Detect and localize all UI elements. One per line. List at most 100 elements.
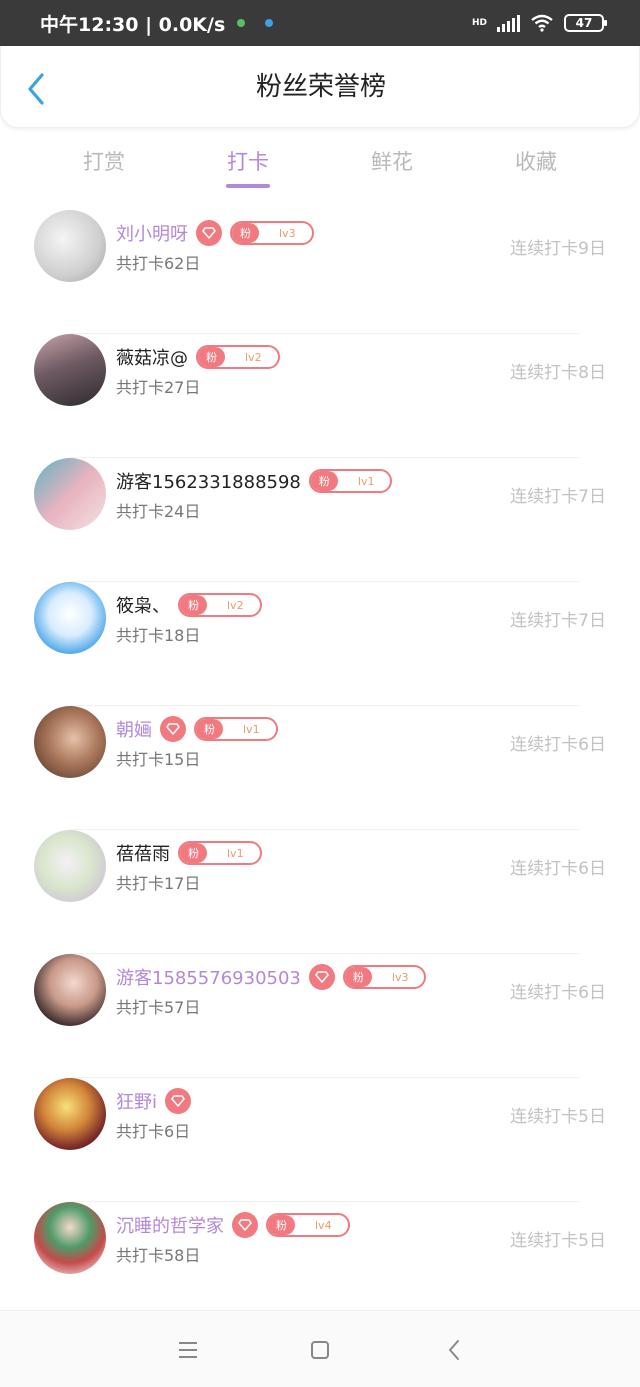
battery-level: 47: [575, 16, 593, 30]
total-checkins: 共打卡27日: [116, 378, 201, 397]
list-item[interactable]: 薇菇凉@ 粉 lv2 共打卡27日 连续打卡8日: [0, 334, 640, 458]
wifi-icon: [531, 14, 553, 32]
back-button[interactable]: [21, 72, 51, 106]
avatar[interactable]: [34, 334, 106, 406]
name-line: 游客1585576930503 粉 lv3: [116, 964, 427, 990]
status-right: HD 47: [471, 14, 607, 32]
status-bar: 中午12:30 | 0.0K/s HD 47: [0, 0, 640, 46]
list-item[interactable]: 狂野i 共打卡6日 连续打卡5日: [0, 1078, 640, 1202]
list-item[interactable]: 游客1562331888598 粉 lv1 共打卡24日 连续打卡7日: [0, 458, 640, 582]
list-item[interactable]: 筱枭、 粉 lv2 共打卡18日 连续打卡7日: [0, 582, 640, 706]
list-item[interactable]: 蓓蓓雨 粉 lv1 共打卡17日 连续打卡6日: [0, 830, 640, 954]
chevron-left-icon: [28, 73, 44, 105]
tab-favorites[interactable]: 收藏: [464, 138, 608, 194]
nav-back-button[interactable]: [441, 1337, 467, 1363]
name-line: 朝婳 粉 lv1: [116, 716, 278, 742]
avatar[interactable]: [34, 1202, 106, 1274]
fan-badge-label: 粉: [344, 967, 372, 987]
menu-button[interactable]: [175, 1337, 201, 1363]
name-line: 狂野i: [116, 1088, 192, 1114]
fan-badge-label: 粉: [198, 347, 225, 367]
fan-name[interactable]: 朝婳: [116, 716, 152, 742]
fan-level: lv4: [315, 1218, 332, 1232]
signal-icon: [497, 14, 520, 32]
header: 粉丝荣誉榜: [0, 46, 640, 128]
streak-days: 连续打卡5日: [510, 1107, 606, 1127]
network-label: HD: [471, 17, 487, 28]
fan-level-badge: 粉 lv2: [178, 593, 262, 617]
fan-name[interactable]: 游客1562331888598: [116, 468, 301, 494]
home-button[interactable]: [307, 1337, 333, 1363]
tab-bar: 打赏 打卡 鲜花 收藏: [0, 138, 640, 194]
name-line: 蓓蓓雨 粉 lv1: [116, 840, 262, 866]
fan-level: lv1: [227, 846, 244, 860]
list-item[interactable]: 朝婳 粉 lv1 共打卡15日 连续打卡6日: [0, 706, 640, 830]
fan-name[interactable]: 狂野i: [116, 1088, 157, 1114]
fan-name[interactable]: 薇菇凉@: [116, 344, 188, 370]
tab-flowers[interactable]: 鲜花: [320, 138, 464, 194]
fan-badge-label: 粉: [268, 1215, 295, 1235]
total-checkins: 共打卡62日: [116, 254, 201, 273]
status-time: 中午12:30 | 0.0K/s: [40, 13, 226, 36]
total-checkins: 共打卡17日: [116, 874, 201, 893]
total-checkins: 共打卡6日: [116, 1122, 191, 1141]
diamond-icon: [308, 964, 335, 990]
fan-badge-label: 粉: [232, 223, 259, 243]
list-item[interactable]: 游客1585576930503 粉 lv3 共打卡57日 连续打卡6日: [0, 954, 640, 1078]
streak-days: 连续打卡8日: [510, 363, 606, 383]
streak-days: 连续打卡6日: [510, 859, 606, 879]
streak-days: 连续打卡9日: [510, 239, 606, 259]
fan-level: lv2: [245, 350, 262, 364]
name-line: 沉睡的哲学家 粉 lv4: [116, 1212, 350, 1238]
name-line: 游客1562331888598 粉 lv1: [116, 468, 393, 494]
name-line: 筱枭、 粉 lv2: [116, 592, 262, 618]
avatar[interactable]: [34, 830, 106, 902]
avatar[interactable]: [34, 582, 106, 654]
fan-level: lv1: [357, 474, 375, 488]
total-checkins: 共打卡15日: [116, 750, 201, 769]
diamond-icon: [160, 716, 186, 742]
avatar[interactable]: [34, 1078, 106, 1150]
avatar[interactable]: [34, 706, 106, 778]
fan-name[interactable]: 沉睡的哲学家: [116, 1212, 224, 1238]
notification-dot-icon: [265, 19, 274, 27]
streak-days: 连续打卡6日: [510, 983, 606, 1003]
list-item[interactable]: 沉睡的哲学家 粉 lv4 共打卡58日 连续打卡5日: [0, 1202, 640, 1310]
total-checkins: 共打卡18日: [116, 626, 201, 645]
diamond-icon: [165, 1088, 192, 1114]
tab-reward[interactable]: 打赏: [32, 138, 176, 194]
fan-name[interactable]: 筱枭、: [116, 592, 170, 618]
tab-checkin[interactable]: 打卡: [176, 138, 320, 194]
avatar[interactable]: [34, 210, 106, 282]
streak-days: 连续打卡7日: [510, 487, 606, 507]
fan-list: 刘小明呀 粉 lv3 共打卡62日 连续打卡9日 薇菇凉@ 粉 lv2 共打卡27日…: [0, 210, 640, 1310]
fan-level-badge: 粉 lv3: [342, 965, 427, 989]
fan-level-badge: 粉 lv1: [308, 469, 393, 493]
fan-level-badge: 粉 lv1: [194, 717, 278, 741]
fan-badge-label: 粉: [180, 843, 207, 863]
square-icon: [311, 1341, 329, 1359]
total-checkins: 共打卡24日: [116, 502, 201, 521]
list-item[interactable]: 刘小明呀 粉 lv3 共打卡62日 连续打卡9日: [0, 210, 640, 334]
battery-icon: 47: [564, 14, 607, 32]
avatar[interactable]: [34, 954, 106, 1026]
status-left: 中午12:30 | 0.0K/s: [40, 10, 274, 37]
fan-level: lv3: [391, 970, 409, 984]
chevron-left-icon: [449, 1340, 459, 1360]
streak-days: 连续打卡5日: [510, 1231, 606, 1251]
fan-name[interactable]: 游客1585576930503: [116, 964, 301, 990]
name-line: 薇菇凉@ 粉 lv2: [116, 344, 280, 370]
name-line: 刘小明呀 粉 lv3: [116, 220, 314, 246]
fan-level-badge: 粉 lv4: [266, 1213, 350, 1237]
fan-name[interactable]: 蓓蓓雨: [116, 840, 170, 866]
total-checkins: 共打卡57日: [116, 998, 201, 1017]
streak-days: 连续打卡6日: [510, 735, 606, 755]
streak-days: 连续打卡7日: [510, 611, 606, 631]
avatar[interactable]: [34, 458, 106, 530]
fan-level: lv1: [243, 722, 260, 736]
page-title: 粉丝荣誉榜: [255, 72, 386, 102]
fan-level-badge: 粉 lv3: [230, 221, 314, 245]
system-nav-bar: [0, 1310, 640, 1387]
fan-name[interactable]: 刘小明呀: [116, 220, 188, 246]
diamond-icon: [232, 1212, 258, 1238]
